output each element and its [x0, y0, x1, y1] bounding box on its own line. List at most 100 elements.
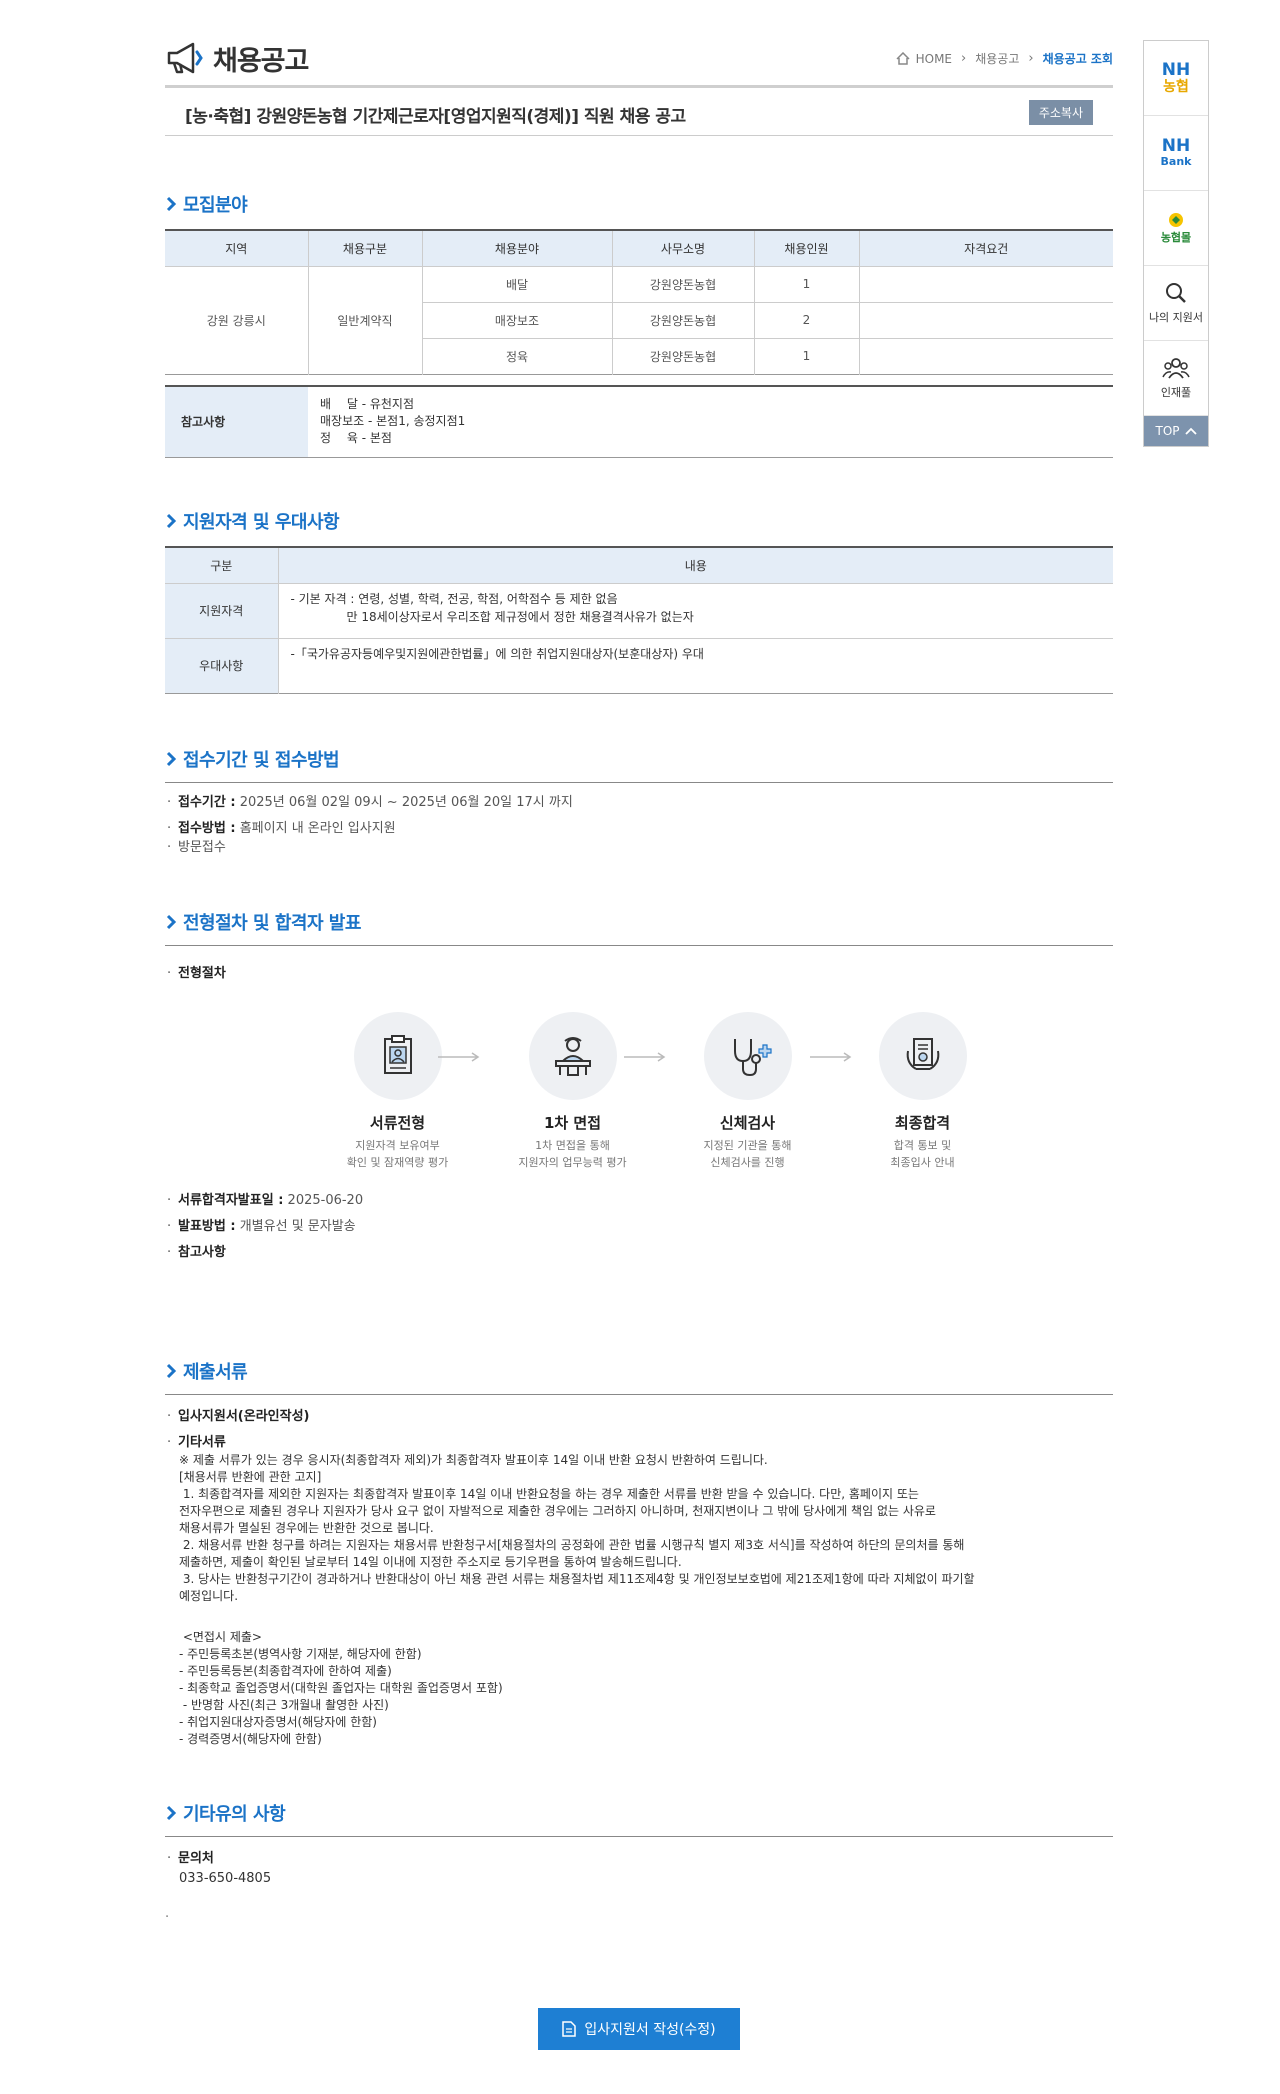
section-qualification-title: 지원자격 및 우대사항	[165, 508, 1113, 534]
search-icon	[1166, 283, 1186, 303]
desc-line: 최종입사 안내	[890, 1155, 955, 1169]
document-edit-icon	[562, 2021, 577, 2037]
row-label: 지원자격	[165, 582, 278, 638]
documents-interview: <면접시 제출> - 주민등록초본(병역사항 기재분, 해당자에 한함) - 주…	[179, 1629, 503, 1746]
arrow-right-icon	[438, 1051, 480, 1062]
page-title-area: 채용공고	[165, 38, 309, 78]
quick-talent-pool[interactable]: 인재풀	[1144, 341, 1208, 416]
breadcrumb-current: 채용공고 조회	[1042, 52, 1113, 66]
desc-line: 1차 면접을 통해	[535, 1138, 610, 1152]
documents-other: 기타서류	[165, 1433, 1113, 1452]
documents-notice: ※ 제출 서류가 있는 경우 응시자(최종합격자 제외)가 최종합격자 발표이후…	[179, 1452, 975, 1603]
col-office: 사무소명	[611, 230, 754, 266]
col-field: 채용분야	[421, 230, 612, 266]
breadcrumb: HOME › 채용공고 › 채용공고 조회	[896, 50, 1113, 67]
recruit-table: 지역 채용구분 채용분야 사무소명 채용인원 자격요건 강원 강릉시 일반계약직…	[165, 229, 1113, 375]
breadcrumb-home[interactable]: HOME	[916, 52, 952, 66]
value: 홈페이지 내 온라인 입사지원	[239, 820, 396, 836]
cell-requirement	[858, 337, 1113, 374]
label: 입사지원서(온라인작성)	[178, 1408, 310, 1424]
reception-method-2: 방문접수	[165, 838, 1113, 857]
arrow-right-icon	[810, 1051, 852, 1062]
cell-region: 강원 강릉시	[165, 265, 308, 374]
cell-office: 강원양돈농협	[611, 265, 754, 302]
col-requirement: 자격요건	[858, 230, 1113, 266]
job-title-bar: [농·축협] 강원양돈농협 기간제근로자[영업지원직(경제)] 직원 채용 공고…	[165, 88, 1113, 136]
cell-count: 2	[753, 301, 859, 338]
col-category: 구분	[165, 547, 278, 583]
divider	[165, 944, 1113, 946]
quick-nh-nonghyup[interactable]: NH 농협	[1144, 41, 1208, 116]
section-documents-title: 제출서류	[165, 1358, 1113, 1384]
quick-nh-mall[interactable]: 농협몰	[1144, 191, 1208, 266]
chevron-right-icon: ›	[961, 51, 967, 66]
people-icon	[1162, 358, 1190, 379]
section-process-title: 전형절차 및 합격자 발표	[165, 909, 1113, 935]
reference-line: 매장보조 - 본점1, 송정지점1	[320, 414, 466, 429]
step-name: 최종합격	[894, 1113, 951, 1132]
label: 접수방법 :	[178, 820, 236, 836]
home-icon[interactable]	[896, 52, 910, 65]
chevron-right-icon	[166, 914, 177, 929]
arrow-right-icon	[624, 1051, 666, 1062]
quick-nh-bank[interactable]: NH Bank	[1144, 116, 1208, 191]
step-desc: 합격 통보 및최종입사 안내	[835, 1137, 1010, 1171]
announce-method: 발표방법 : 개별유선 및 문자발송	[165, 1217, 1113, 1236]
chevron-right-icon	[166, 196, 177, 212]
col-type: 채용구분	[307, 230, 422, 266]
chevron-right-icon	[166, 1363, 177, 1378]
trailing-dot: .	[165, 1905, 170, 1921]
desc-line: 지원자격 보유여부	[355, 1138, 440, 1152]
page-header: 채용공고 HOME › 채용공고 › 채용공고 조회	[165, 0, 1113, 88]
interview-icon	[554, 1036, 591, 1076]
section-label: 지원자격 및 우대사항	[183, 512, 340, 533]
section-label: 전형절차 및 합격자 발표	[183, 912, 361, 934]
step-desc: 1차 면접을 통해 지원자의 업무능력 평가	[485, 1137, 660, 1171]
divider	[165, 1835, 1113, 1837]
scroll-top-button[interactable]: TOP	[1144, 416, 1208, 446]
cell-field: 매장보조	[421, 301, 612, 338]
process-label: 전형절차	[165, 964, 1113, 983]
row-label: 우대사항	[165, 637, 278, 693]
chevron-right-icon	[166, 1805, 177, 1820]
desc-line: 신체검사를 진행	[710, 1155, 785, 1169]
reception-period: 접수기간 : 2025년 06월 02일 09시 ~ 2025년 06월 20일…	[165, 793, 1113, 812]
logo-text: NH	[1161, 59, 1191, 80]
announce-info: 서류합격자발표일 : 2025-06-20 발표방법 : 개별유선 및 문자발송…	[165, 1191, 1113, 1262]
desc-line: 확인 및 잠재역량 평가	[346, 1155, 449, 1169]
chevron-right-icon	[166, 751, 177, 766]
section-other-title: 기타유의 사항	[165, 1800, 1113, 1826]
apply-form-button[interactable]: 입사지원서 작성(수정)	[538, 2008, 740, 2050]
apply-label: 입사지원서 작성(수정)	[584, 2022, 716, 2038]
top-label: TOP	[1155, 424, 1180, 438]
col-count: 채용인원	[753, 230, 859, 266]
chevron-right-icon: ›	[1028, 51, 1034, 66]
quick-my-application[interactable]: 나의 지원서	[1144, 266, 1208, 341]
step-document: 서류전형 지원자격 보유여부 확인 및 잠재역량 평가	[310, 1011, 485, 1171]
breadcrumb-recruit[interactable]: 채용공고	[975, 50, 1019, 67]
quick-menu: NH 농협 NH Bank 농협몰 나의 지원서 인재풀 TOP	[1143, 40, 1209, 447]
cell-field: 정육	[421, 337, 612, 374]
copy-url-button[interactable]: 주소복사	[1028, 100, 1093, 125]
step-final: 최종합격 합격 통보 및최종입사 안내	[835, 1011, 1010, 1171]
step-name: 1차 면접	[543, 1113, 602, 1132]
value: 방문접수	[178, 839, 226, 855]
logo-text: NH	[1161, 135, 1191, 156]
logo-text: 농협	[1163, 78, 1189, 95]
label: 참고사항	[178, 1244, 226, 1260]
step-desc: 지정된 기관을 통해 신체검사를 진행	[660, 1137, 835, 1171]
other-info: 문의처 033-650-4805 .	[165, 1849, 1113, 1921]
stethoscope-icon	[733, 1038, 772, 1076]
desc-line: 합격 통보 및	[893, 1138, 952, 1152]
section-recruit-title: 모집분야	[165, 191, 1113, 217]
contact-label: 문의처	[165, 1849, 1113, 1868]
section-label: 모집분야	[183, 195, 248, 216]
reference-line: 배 달 - 유천지점	[320, 397, 415, 412]
content-line: -「국가유공자등예우및지원에관한법률」에 의한 취업지원대상자(보훈대상자) 우…	[290, 646, 704, 661]
label: 서류합격자발표일 :	[178, 1192, 284, 1208]
page-title: 채용공고	[213, 45, 309, 77]
step-interview: 1차 면접 1차 면접을 통해 지원자의 업무능력 평가	[485, 1011, 660, 1171]
quick-label: 나의 지원서	[1148, 311, 1204, 324]
nh-mall-logo-icon	[1169, 213, 1183, 227]
chevron-right-icon	[166, 513, 177, 529]
